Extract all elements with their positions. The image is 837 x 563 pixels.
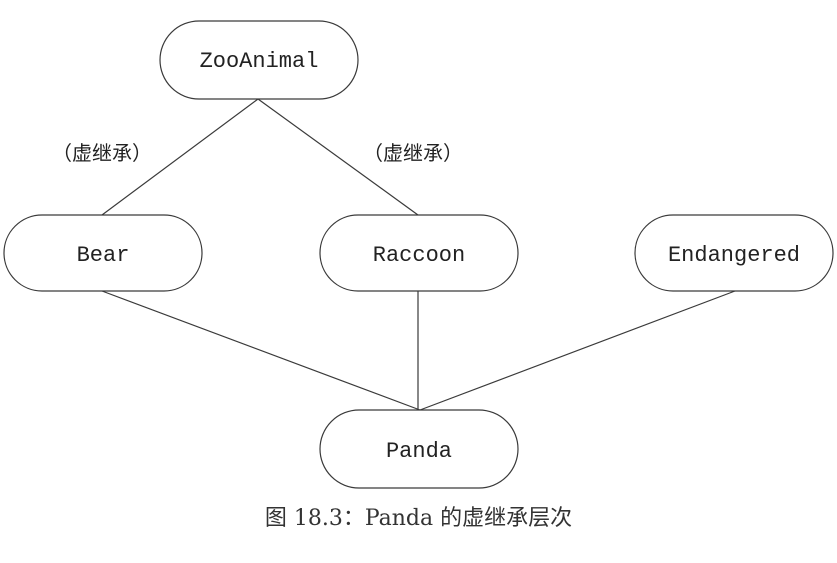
node-label-endangered: Endangered <box>668 243 800 268</box>
node-label-panda: Panda <box>386 439 452 464</box>
node-label-bear: Bear <box>77 243 130 268</box>
node-label-raccoon: Raccoon <box>373 243 465 268</box>
node-panda: Panda <box>319 409 519 489</box>
node-endangered: Endangered <box>634 214 834 292</box>
node-bear: Bear <box>3 214 203 292</box>
edge-endangered-panda <box>419 290 736 411</box>
figure-caption: 图 18.3：Panda 的虚继承层次 <box>264 506 573 531</box>
node-zooanimal: ZooAnimal <box>159 20 359 100</box>
node-raccoon: Raccoon <box>319 214 519 292</box>
edge-bear-panda <box>101 290 421 411</box>
node-label-zooanimal: ZooAnimal <box>200 49 319 74</box>
inheritance-diagram: （虚继承） （虚继承） ZooAnimal Bear Raccoon Endan… <box>3 20 834 489</box>
edge-label-raccoon-virtual: （虚继承） <box>363 141 463 165</box>
edge-label-bear-virtual: （虚继承） <box>52 141 152 165</box>
